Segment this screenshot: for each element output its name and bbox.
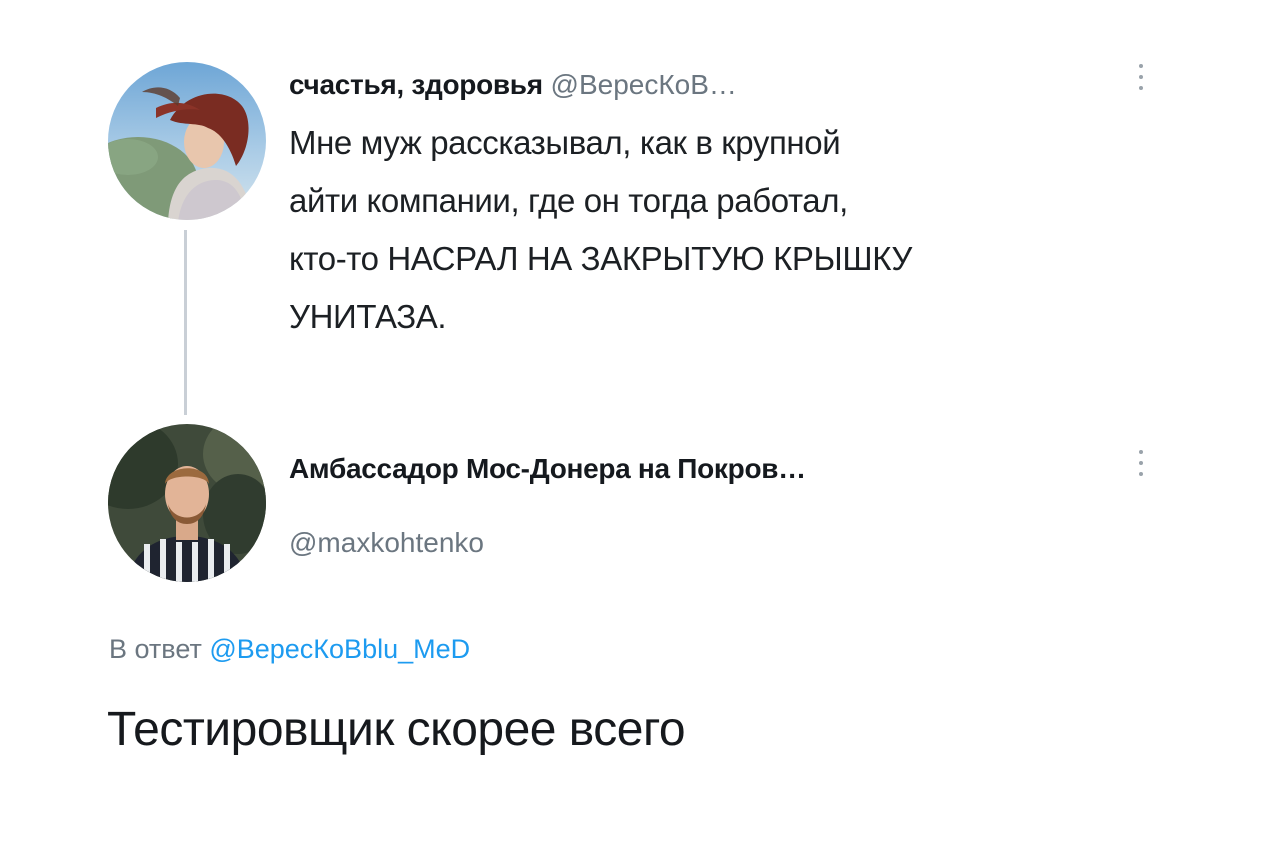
tweet-text-line: Мне муж рассказывал, как в крупной bbox=[289, 124, 841, 161]
thread-line bbox=[184, 230, 187, 415]
reply-tweet-text: Тестировщик скорее всего bbox=[107, 703, 686, 756]
avatar[interactable] bbox=[108, 424, 266, 582]
author-handle[interactable]: @maxkohtenko bbox=[289, 526, 484, 560]
reply-to-prefix: В ответ bbox=[109, 634, 202, 664]
author-handle[interactable]: @ВересКоВ… bbox=[551, 69, 737, 100]
avatar-image-man bbox=[108, 424, 266, 582]
avatar[interactable] bbox=[108, 62, 266, 220]
tweet-text-line: кто-то НАСРАЛ НА ЗАКРЫТУЮ КРЫШКУ bbox=[289, 240, 912, 277]
author-name[interactable]: счастья, здоровья bbox=[289, 69, 543, 100]
reply-to-mention-link[interactable]: @ВересКоBblu_MeD bbox=[209, 634, 470, 664]
author-name[interactable]: Амбассадор Мос-Донера на Покров… bbox=[289, 452, 806, 486]
tweet-text-line: айти компании, где он тогда работал, bbox=[289, 182, 848, 219]
avatar-image-woman bbox=[108, 62, 266, 220]
more-options-icon[interactable] bbox=[1131, 446, 1151, 480]
tweet-text: Мне муж рассказывал, как в крупной айти … bbox=[289, 114, 1149, 346]
reply-to-context: В ответ @ВересКоBblu_MeD bbox=[109, 632, 470, 666]
tweet-header: счастья, здоровья @ВересКоВ… bbox=[289, 68, 737, 102]
more-options-icon[interactable] bbox=[1131, 60, 1151, 94]
tweet-text-line: УНИТАЗА. bbox=[289, 298, 447, 335]
